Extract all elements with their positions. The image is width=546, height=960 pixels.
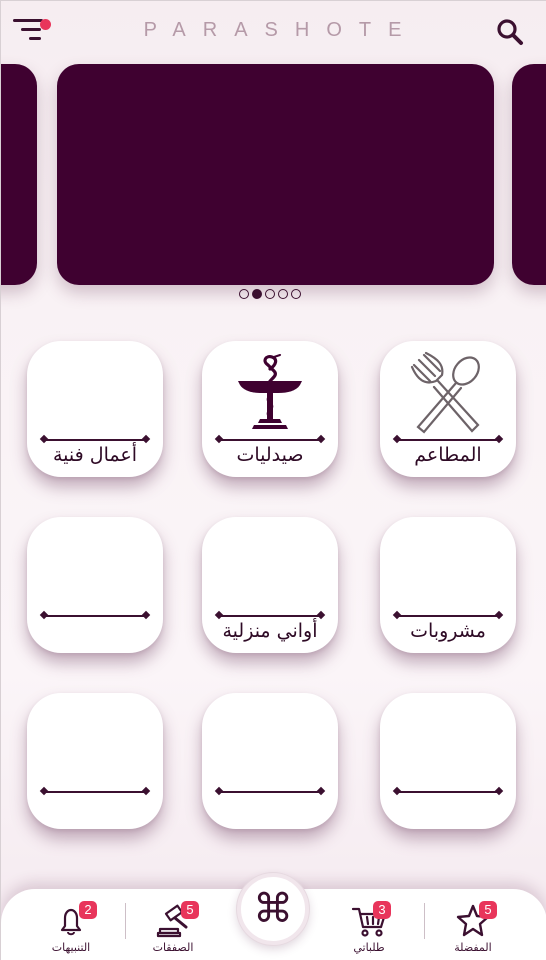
- carousel-dot[interactable]: [265, 289, 275, 299]
- app-title: PARASHOTE: [143, 19, 419, 41]
- menu-icon[interactable]: [11, 15, 55, 45]
- carousel-slide-active[interactable]: [57, 64, 494, 285]
- favorites-badge: 5: [479, 901, 497, 919]
- notifications-badge: 2: [79, 901, 97, 919]
- tile-divider: [396, 791, 500, 793]
- tile-label: صيدليات: [236, 444, 304, 466]
- tile-divider: [218, 615, 322, 617]
- nav-divider: [125, 903, 126, 939]
- category-tile[interactable]: [202, 693, 338, 829]
- nav-label: الصفقات: [152, 941, 194, 954]
- nav-label: التنبيهات: [51, 941, 91, 954]
- tile-divider: [43, 439, 147, 441]
- category-tile[interactable]: [27, 693, 163, 829]
- category-tile-artworks[interactable]: أعمال فنية: [27, 341, 163, 477]
- tile-label: مشروبات: [410, 620, 486, 642]
- orders-badge: 3: [373, 901, 391, 919]
- header: PARASHOTE: [1, 1, 546, 61]
- category-tile-pharmacies[interactable]: صيدليات: [202, 341, 338, 477]
- tile-divider: [396, 439, 500, 441]
- nav-favorites[interactable]: 5 المفضلة: [433, 901, 513, 957]
- tile-label: أواني منزلية: [222, 620, 318, 642]
- notification-dot: [40, 19, 51, 30]
- carousel-slide-previous[interactable]: [1, 64, 37, 285]
- carousel-dot[interactable]: [278, 289, 288, 299]
- tile-divider: [218, 791, 322, 793]
- tile-label: المطاعم: [414, 444, 482, 466]
- carousel-slide-next[interactable]: [512, 64, 546, 285]
- deals-badge: 5: [181, 901, 199, 919]
- fork-spoon-icon: [410, 351, 480, 434]
- nav-divider: [424, 903, 425, 939]
- carousel-dot[interactable]: [239, 289, 249, 299]
- tile-divider: [396, 615, 500, 617]
- banner-carousel[interactable]: [1, 61, 546, 311]
- nav-orders[interactable]: 3 طلباتي: [329, 901, 409, 957]
- tile-label: أعمال فنية: [53, 444, 137, 466]
- category-tile-housewares[interactable]: أواني منزلية: [202, 517, 338, 653]
- category-tile[interactable]: [380, 693, 516, 829]
- command-icon: ⌘: [253, 886, 293, 932]
- tile-divider: [218, 439, 322, 441]
- search-icon[interactable]: [495, 17, 525, 47]
- pharmacy-icon: [238, 354, 302, 429]
- carousel-dot-active[interactable]: [252, 289, 262, 299]
- nav-label: المفضلة: [454, 941, 492, 954]
- category-tile-restaurants[interactable]: المطاعم: [380, 341, 516, 477]
- category-tile-drinks[interactable]: مشروبات: [380, 517, 516, 653]
- category-tile[interactable]: [27, 517, 163, 653]
- tile-divider: [43, 791, 147, 793]
- app-screen: PARASHOTE المطاعم صيدليات أعمال فنية مشر…: [1, 1, 546, 960]
- center-action-button[interactable]: ⌘: [237, 873, 309, 945]
- carousel-dot[interactable]: [291, 289, 301, 299]
- nav-deals[interactable]: 5 الصفقات: [133, 901, 213, 957]
- carousel-pagination: [239, 289, 301, 301]
- nav-notifications[interactable]: 2 التنبيهات: [31, 901, 111, 957]
- tile-divider: [43, 615, 147, 617]
- nav-label: طلباتي: [353, 941, 385, 954]
